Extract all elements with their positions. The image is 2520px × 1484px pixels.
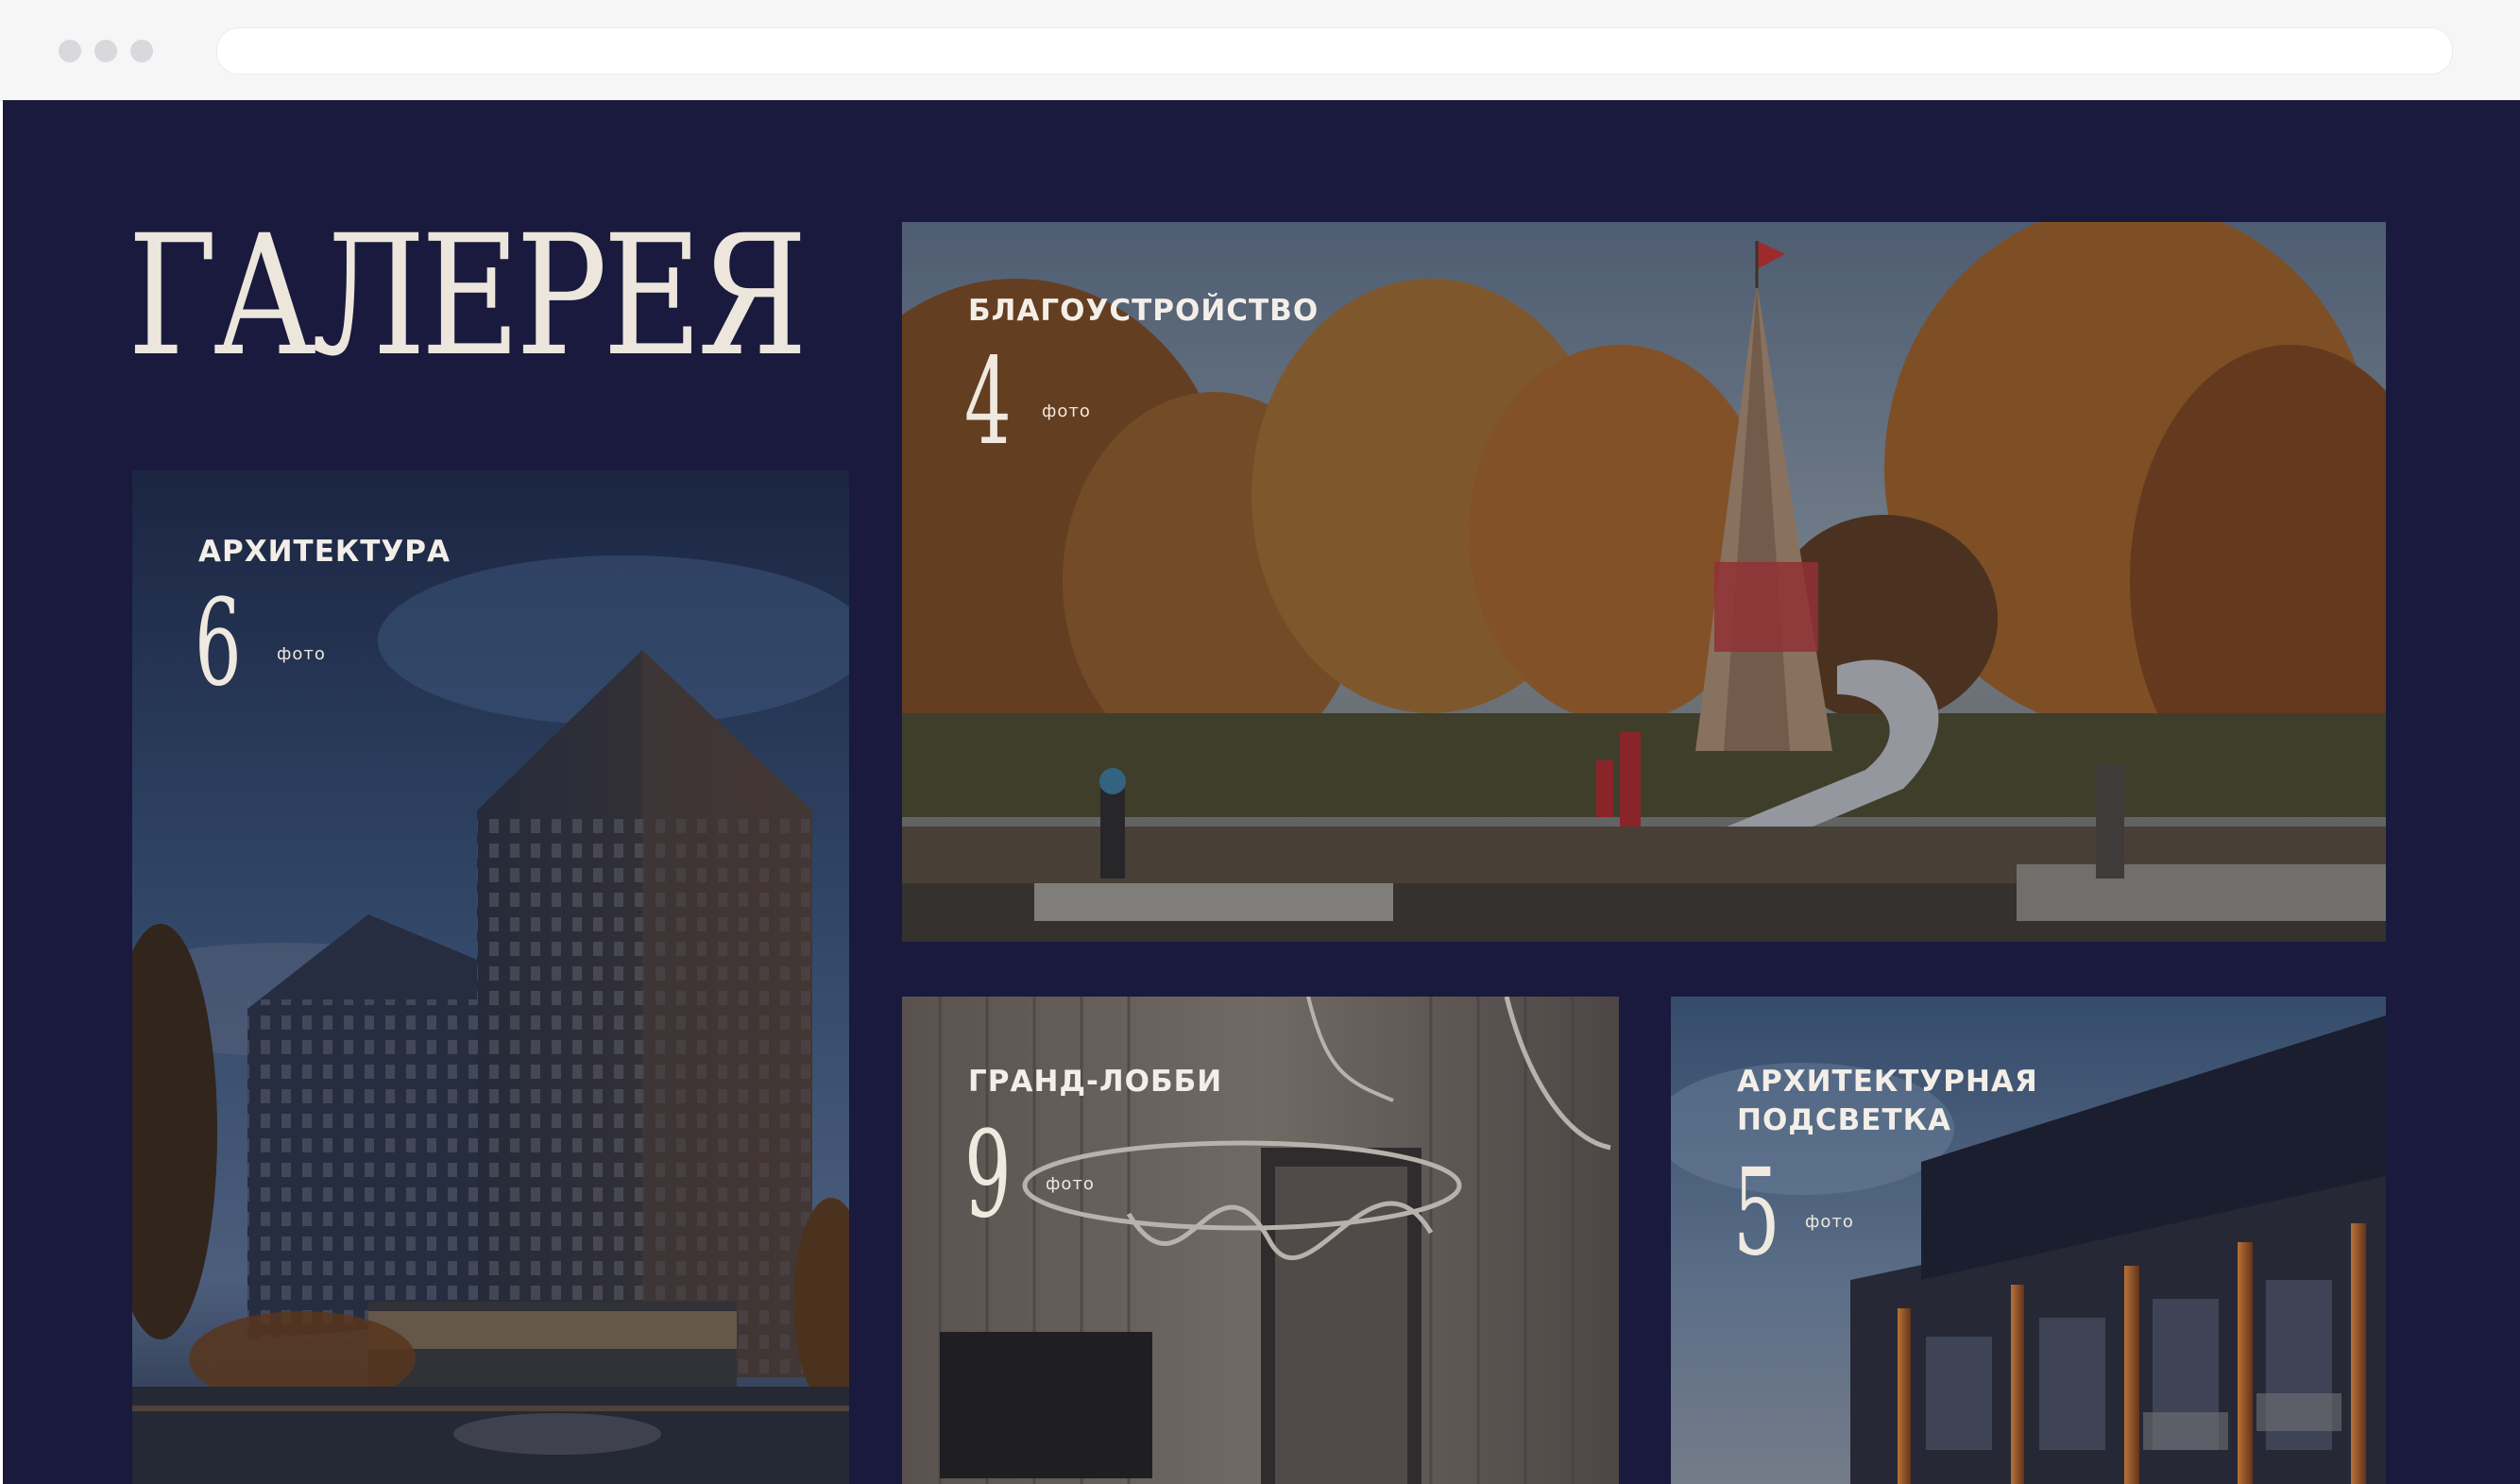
card-label: АРХИТЕКТУРА: [198, 535, 451, 569]
card-unit: фото: [1805, 1212, 1854, 1232]
address-bar[interactable]: [216, 27, 2453, 75]
window-close-dot[interactable]: [59, 40, 81, 62]
card-count: 5: [1733, 1143, 1780, 1282]
card-label: АРХИТЕКТУРНАЯ ПОДСВЕТКА: [1737, 1065, 2038, 1137]
gallery-card-grand-lobby[interactable]: ГРАНД-ЛОББИ 9 фото: [902, 997, 1619, 1484]
card-label: БЛАГОУСТРОЙСТВО: [968, 294, 1320, 328]
gallery-card-landscaping[interactable]: БЛАГОУСТРОЙСТВО 4 фото: [902, 222, 2386, 942]
page-title: ГАЛЕРЕЯ: [128, 199, 808, 393]
card-unit: фото: [277, 644, 326, 664]
browser-chrome: [0, 0, 2520, 101]
card-count: 9: [964, 1105, 1012, 1244]
card-unit: фото: [1046, 1174, 1095, 1194]
window-minimize-dot[interactable]: [94, 40, 117, 62]
card-label: ГРАНД-ЛОББИ: [968, 1065, 1223, 1099]
window-maximize-dot[interactable]: [130, 40, 153, 62]
card-unit: фото: [1042, 401, 1091, 421]
card-count: 4: [964, 333, 1012, 471]
card-count: 6: [195, 573, 242, 712]
gallery-card-architectural-lighting[interactable]: АРХИТЕКТУРНАЯ ПОДСВЕТКА 5 фото: [1671, 997, 2386, 1484]
gallery-card-architecture[interactable]: АРХИТЕКТУРА 6 фото: [132, 470, 849, 1484]
gallery-page: ГАЛЕРЕЯ АРХИТЕКТУРА 6 фото БЛАГОУСТРОЙСТ…: [3, 100, 2520, 1484]
